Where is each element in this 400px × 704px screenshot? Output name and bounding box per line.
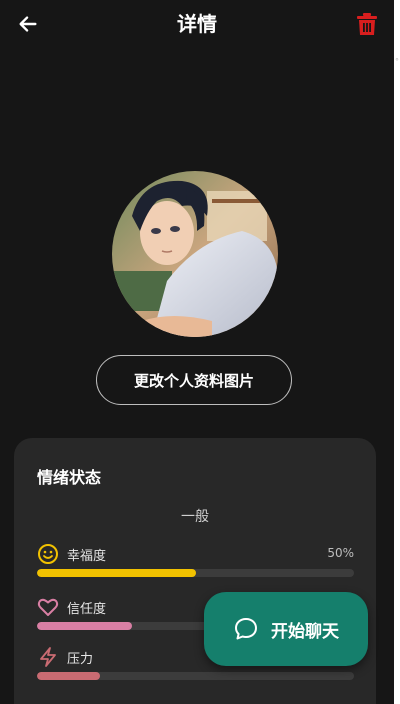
card-title: 情绪状态 <box>37 468 102 487</box>
heart-icon <box>37 598 59 616</box>
metric-happiness: 幸福度 50% <box>37 543 354 579</box>
window-edge <box>394 0 400 704</box>
chat-bubble-icon <box>235 618 257 640</box>
start-chat-label: 开始聊天 <box>271 621 339 642</box>
detail-screen: 详情 更改个人资料图片 情绪状态 一般 幸福度 50% 信任度 压力 开始聊天 <box>0 0 394 704</box>
avatar-image <box>112 171 278 337</box>
progress-fill <box>37 672 101 680</box>
delete-button[interactable] <box>354 10 380 38</box>
metric-label: 压力 <box>67 652 94 667</box>
page-title: 详情 <box>177 12 217 36</box>
progress-fill <box>37 569 196 577</box>
start-chat-button[interactable]: 开始聊天 <box>204 592 368 666</box>
lightning-icon <box>40 647 56 667</box>
change-profile-photo-button[interactable]: 更改个人资料图片 <box>96 355 292 405</box>
metric-value: 50% <box>327 546 354 560</box>
profile-avatar[interactable] <box>112 171 278 337</box>
progress-track <box>37 569 354 577</box>
metric-label: 幸福度 <box>67 549 107 564</box>
smile-icon <box>38 544 58 564</box>
top-app-bar: 详情 <box>0 0 394 52</box>
overall-mood: 一般 <box>181 509 209 525</box>
metric-label: 信任度 <box>67 602 107 617</box>
progress-fill <box>37 622 133 630</box>
progress-track <box>37 672 354 680</box>
trash-icon <box>357 13 377 35</box>
edge-artifact: ° <box>395 57 399 66</box>
